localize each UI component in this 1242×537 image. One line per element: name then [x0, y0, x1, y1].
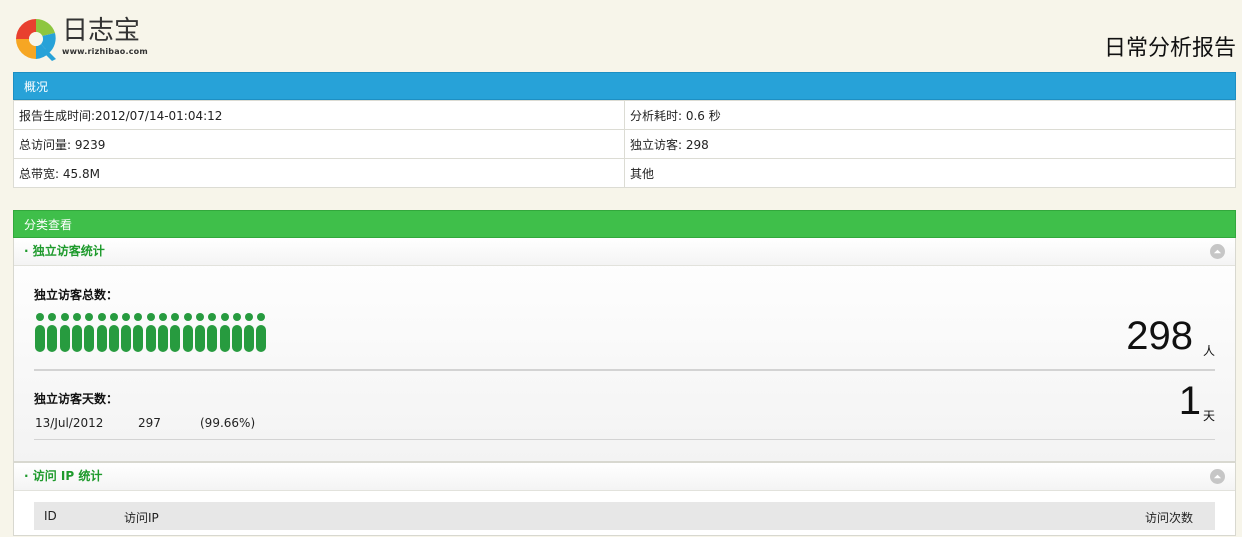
logo[interactable]: 日志宝 www.rizhibao.com — [12, 15, 148, 63]
panel-title: · 独立访客统计 — [24, 244, 105, 258]
visitor-figure-icon — [108, 313, 119, 352]
report-time-cell: 报告生成时间:2012/07/14-01:04:12 — [13, 100, 625, 130]
overview-title-bar: 概况 — [13, 72, 1236, 100]
category-section: 分类查看 · 独立访客统计 独立访客总数： 298 人 独立访客天数： 1 天 … — [13, 210, 1236, 536]
unique-visitor-total-label: 独立访客总数： — [34, 288, 119, 302]
table-row: 总访问量: 9239 独立访客: 298 — [13, 129, 1236, 159]
visitor-figure-icon — [182, 313, 193, 352]
unique-visitor-total-unit: 人 — [1202, 344, 1215, 358]
other-cell: 其他 — [624, 158, 1236, 188]
unique-visitor-total-value: 298 — [1126, 314, 1193, 358]
collapse-icon[interactable] — [1210, 244, 1225, 259]
unique-visitor-days-value: 1 — [1178, 379, 1201, 423]
visitor-figure-icon — [35, 313, 45, 352]
column-header-visits[interactable]: 访问次数 — [1145, 509, 1193, 526]
visitor-figure-icon — [96, 313, 107, 352]
visit-ip-panel-header[interactable]: · 访问 IP 统计 — [14, 463, 1235, 491]
visitor-figure-icon — [170, 313, 181, 352]
day-date: 13/Jul/2012 — [35, 416, 104, 430]
page-header: 日志宝 www.rizhibao.com 日常分析报告 — [0, 0, 1242, 72]
day-count: 297 — [138, 416, 161, 430]
visitor-figure-icon — [59, 313, 70, 352]
visitor-figure-icon — [231, 313, 242, 352]
unique-visitors-cell: 独立访客: 298 — [624, 129, 1236, 159]
visitor-figure-icon — [158, 313, 168, 352]
logo-icon — [16, 19, 56, 61]
logo-name: 日志宝 — [62, 16, 141, 46]
divider — [34, 369, 1215, 371]
visitor-figure-icon — [84, 313, 95, 352]
logo-url: www.rizhibao.com — [62, 47, 148, 56]
day-percent: (99.66%) — [200, 416, 256, 430]
visitor-figure-icon — [71, 313, 82, 352]
unique-visitor-days-label: 独立访客天数： — [34, 392, 119, 406]
total-visits-cell: 总访问量: 9239 — [13, 129, 625, 159]
table-row: 总带宽: 45.8M 其他 — [13, 158, 1236, 188]
visitor-pills-graphic — [35, 313, 267, 353]
visitor-figure-icon — [207, 313, 218, 352]
visitor-figure-icon — [256, 313, 267, 352]
visitor-figure-icon — [194, 313, 205, 352]
ip-table-header: ID 访问IP 访问次数 — [34, 502, 1215, 530]
collapse-icon[interactable] — [1210, 469, 1225, 484]
visitor-figure-icon — [145, 313, 156, 352]
unique-visitor-panel: · 独立访客统计 独立访客总数： 298 人 独立访客天数： 1 天 13/Ju… — [13, 238, 1236, 462]
analysis-time-cell: 分析耗时: 0.6 秒 — [624, 100, 1236, 130]
visitor-figure-icon — [244, 313, 255, 352]
divider — [34, 439, 1215, 440]
unique-visitor-days-unit: 天 — [1202, 409, 1215, 423]
overview-table: 报告生成时间:2012/07/14-01:04:12 分析耗时: 0.6 秒 总… — [13, 100, 1236, 188]
table-row: 报告生成时间:2012/07/14-01:04:12 分析耗时: 0.6 秒 — [13, 100, 1236, 130]
column-header-id[interactable]: ID — [44, 509, 57, 523]
unique-visitor-panel-header[interactable]: · 独立访客统计 — [14, 238, 1235, 266]
panel-title: · 访问 IP 统计 — [24, 469, 103, 483]
report-title: 日常分析报告 — [1103, 36, 1236, 61]
column-header-ip[interactable]: 访问IP — [124, 509, 159, 526]
visitor-figure-icon — [121, 313, 132, 352]
visitor-figure-icon — [133, 313, 144, 352]
visit-ip-panel: · 访问 IP 统计 ID 访问IP 访问次数 — [13, 462, 1236, 536]
overview-section: 概况 报告生成时间:2012/07/14-01:04:12 分析耗时: 0.6 … — [13, 72, 1236, 188]
visitor-figure-icon — [47, 313, 58, 352]
total-bandwidth-cell: 总带宽: 45.8M — [13, 158, 625, 188]
category-title-bar: 分类查看 — [13, 210, 1236, 238]
visitor-figure-icon — [219, 313, 230, 352]
